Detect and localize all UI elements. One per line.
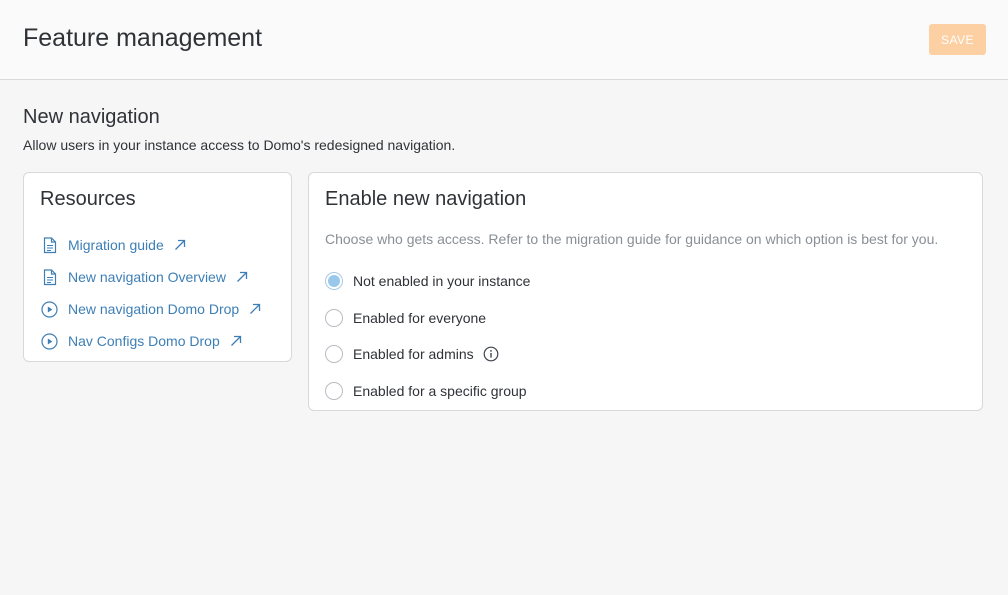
resource-link-new-navigation-overview[interactable]: New navigation Overview [40,261,262,293]
option-label: Enabled for everyone [353,309,487,326]
option-enabled-admins[interactable]: Enabled for admins [325,336,530,373]
enable-navigation-description: Choose who gets access. Refer to the mig… [325,231,939,247]
page-title: Feature management [23,24,263,52]
external-link-icon [236,271,249,284]
option-enabled-everyone[interactable]: Enabled for everyone [325,300,530,337]
enable-navigation-card: Enable new navigation Choose who gets ac… [308,172,983,411]
option-label: Not enabled in your instance [353,273,531,290]
external-link-icon [174,239,187,252]
radio-button[interactable] [325,381,343,400]
external-link-icon [230,335,243,348]
resource-label: New navigation Overview [68,269,226,285]
play-circle-icon [40,332,59,351]
resource-link-nav-configs-domo-drop[interactable]: Nav Configs Domo Drop [40,325,262,357]
resource-label: Migration guide [68,237,164,253]
resource-label: Nav Configs Domo Drop [68,333,220,349]
page-header: Feature management SAVE [0,0,1008,80]
document-icon [40,236,59,255]
resources-card: Resources Migration guide New navigation… [23,172,292,362]
radio-button[interactable] [325,308,343,327]
radio-button[interactable] [325,345,343,364]
resources-list: Migration guide New navigation Overview … [40,229,262,357]
radio-button-selected[interactable] [325,272,343,291]
enable-navigation-title: Enable new navigation [325,188,527,210]
resource-link-new-navigation-domo-drop[interactable]: New navigation Domo Drop [40,293,262,325]
option-label: Enabled for admins [353,346,474,363]
option-not-enabled[interactable]: Not enabled in your instance [325,263,530,300]
document-icon [40,268,59,287]
option-enabled-specific-group[interactable]: Enabled for a specific group [325,373,530,410]
resources-title: Resources [40,188,136,210]
resource-label: New navigation Domo Drop [68,301,240,317]
info-icon[interactable] [483,346,499,362]
external-link-icon [249,303,262,316]
section-description: Allow users in your instance access to D… [23,137,456,153]
save-button[interactable]: SAVE [929,24,986,55]
section-title: New navigation [23,106,160,128]
resource-link-migration-guide[interactable]: Migration guide [40,229,262,261]
play-circle-icon [40,300,59,319]
option-label: Enabled for a specific group [353,382,527,399]
access-options: Not enabled in your instance Enabled for… [325,263,530,409]
